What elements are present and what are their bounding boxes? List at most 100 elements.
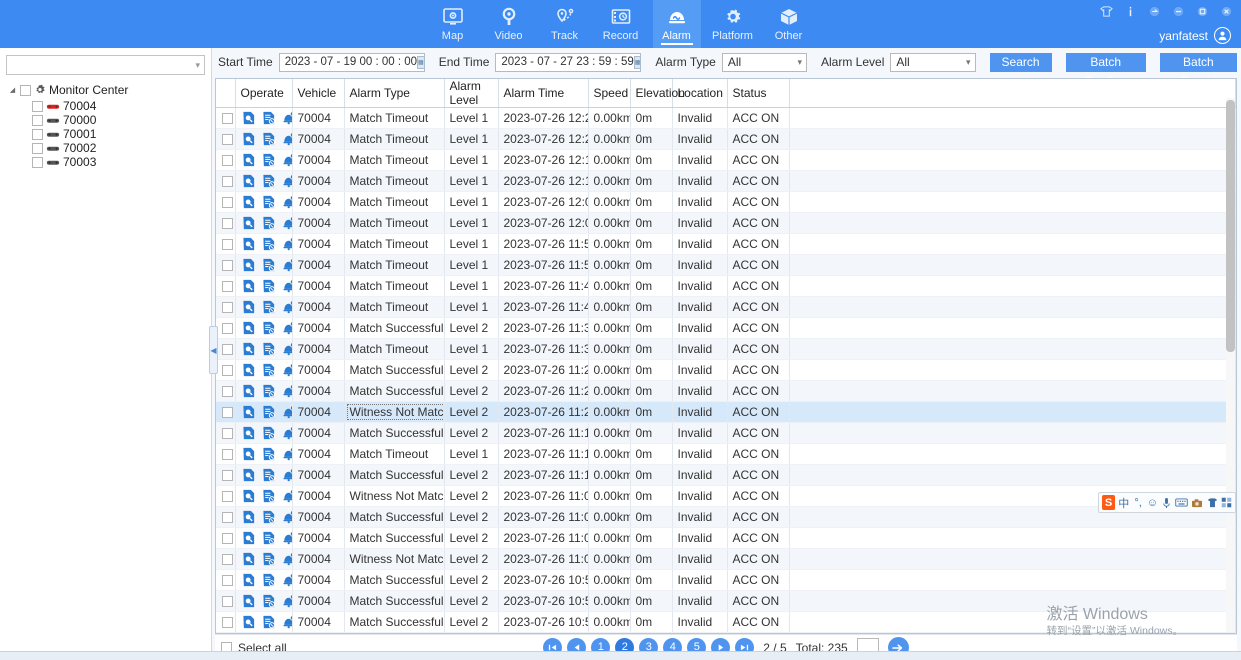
row-operate-cell[interactable] (235, 233, 293, 255)
detail-search-icon[interactable] (242, 531, 256, 545)
skin-icon[interactable] (1206, 496, 1217, 510)
row-operate-cell[interactable] (235, 338, 293, 360)
start-time-field[interactable]: 2023 - 07 - 19 00 : 00 : 00 ▦ (278, 52, 425, 72)
close-icon[interactable] (1219, 4, 1233, 18)
toolbox-icon[interactable] (1221, 496, 1232, 510)
header-alarm-level[interactable]: Alarm Level (444, 79, 499, 108)
nav-item-platform[interactable]: Platform (709, 0, 757, 48)
row-checkbox-cell[interactable] (216, 422, 236, 444)
info-icon[interactable] (1123, 4, 1137, 18)
record-cancel-icon[interactable] (262, 552, 276, 566)
table-row[interactable]: 70004Witness Not Match AlarmLevel 22023-… (216, 548, 1236, 570)
alarm-handle-icon[interactable] (282, 216, 291, 230)
row-operate-cell[interactable] (235, 296, 293, 318)
alarm-handle-icon[interactable] (282, 594, 291, 608)
header-alarm-time[interactable]: Alarm Time (498, 79, 589, 108)
table-row[interactable]: 70004Match TimeoutLevel 12023-07-26 12:1… (216, 149, 1236, 171)
table-row[interactable]: 70004 Match Successfully Level 2 2023-07-26… (216, 359, 1236, 381)
row-checkbox-cell[interactable] (216, 233, 236, 255)
row-checkbox-cell[interactable] (216, 191, 236, 213)
table-row[interactable]: 70004 Match Successfully Level 2 2023-07-26… (216, 422, 1236, 444)
table-row[interactable]: 70004Match TimeoutLevel 12023-07-26 12:2… (216, 128, 1236, 150)
record-cancel-icon[interactable] (262, 468, 276, 482)
row-checkbox-cell[interactable] (216, 548, 236, 570)
sogou-ime-toolbar[interactable]: S 中 °, ☺ (1098, 492, 1236, 513)
row-checkbox-cell[interactable] (216, 275, 236, 297)
maximize-icon[interactable] (1195, 4, 1209, 18)
record-cancel-icon[interactable] (262, 405, 276, 419)
table-row[interactable]: 70004Match TimeoutLevel 12023-07-26 11:4… (216, 296, 1236, 318)
header-speed[interactable]: Speed (588, 79, 631, 108)
nav-item-map[interactable]: Map (429, 0, 477, 48)
row-checkbox[interactable] (222, 113, 234, 125)
tree-checkbox-70000[interactable] (32, 114, 43, 126)
table-vertical-scrollbar[interactable] (1226, 98, 1235, 632)
alarm-handle-icon[interactable] (282, 615, 291, 629)
alarm-handle-icon[interactable] (282, 237, 291, 251)
row-checkbox[interactable] (222, 449, 234, 461)
skin-icon[interactable] (1099, 4, 1113, 18)
calendar-icon[interactable]: ▦ (633, 55, 642, 69)
row-checkbox-cell[interactable] (216, 149, 236, 171)
punctuation-icon[interactable]: °, (1132, 496, 1143, 510)
row-operate-cell[interactable] (235, 590, 293, 612)
record-cancel-icon[interactable] (262, 132, 276, 146)
record-cancel-icon[interactable] (262, 531, 276, 545)
detail-search-icon[interactable] (242, 132, 256, 146)
row-checkbox[interactable] (222, 197, 234, 209)
alarm-handle-icon[interactable] (282, 153, 291, 167)
detail-search-icon[interactable] (242, 258, 256, 272)
header-operate[interactable]: Operate (235, 79, 293, 108)
record-cancel-icon[interactable] (262, 594, 276, 608)
row-checkbox[interactable] (222, 491, 234, 503)
detail-search-icon[interactable] (242, 615, 256, 629)
detail-search-icon[interactable] (242, 111, 256, 125)
restore-icon[interactable] (1147, 4, 1161, 18)
row-checkbox-cell[interactable] (216, 296, 236, 318)
row-operate-cell[interactable] (235, 254, 293, 276)
header-vehicle[interactable]: Vehicle (292, 79, 345, 108)
tree-node-70004[interactable]: 70004 (6, 99, 207, 113)
detail-search-icon[interactable] (242, 594, 256, 608)
tree-checkbox-70004[interactable] (32, 100, 43, 112)
row-checkbox[interactable] (222, 617, 234, 629)
table-row[interactable]: 70004 Match Successfully Level 2 2023-07-26… (216, 611, 1236, 633)
alarm-handle-icon[interactable] (282, 174, 291, 188)
row-operate-cell[interactable] (235, 191, 293, 213)
table-row[interactable]: 70004 Match Successfully Level 2 2023-07-26… (216, 506, 1236, 528)
record-cancel-icon[interactable] (262, 111, 276, 125)
alarm-handle-icon[interactable] (282, 132, 291, 146)
row-operate-cell[interactable] (235, 506, 293, 528)
row-operate-cell[interactable] (235, 569, 293, 591)
row-checkbox-cell[interactable] (216, 443, 236, 465)
record-cancel-icon[interactable] (262, 300, 276, 314)
record-cancel-icon[interactable] (262, 279, 276, 293)
row-checkbox[interactable] (222, 281, 234, 293)
table-row[interactable]: 70004 Match Successfully Level 2 2023-07-26… (216, 380, 1236, 402)
avatar[interactable] (1214, 27, 1231, 44)
header-status[interactable]: Status (727, 79, 790, 108)
row-checkbox-cell[interactable] (216, 170, 236, 192)
scrollbar-thumb[interactable] (1226, 100, 1235, 352)
row-checkbox[interactable] (222, 386, 234, 398)
alarm-handle-icon[interactable] (282, 510, 291, 524)
alarm-handle-icon[interactable] (282, 111, 291, 125)
row-operate-cell[interactable] (235, 380, 293, 402)
table-row[interactable]: 70004Match TimeoutLevel 12023-07-26 12:1… (216, 170, 1236, 192)
detail-search-icon[interactable] (242, 216, 256, 230)
tree-node-70000[interactable]: 70000 (6, 113, 207, 127)
detail-search-icon[interactable] (242, 426, 256, 440)
minimize-icon[interactable] (1171, 4, 1185, 18)
alarm-handle-icon[interactable] (282, 300, 291, 314)
chevron-down-icon[interactable]: ▾ (195, 60, 200, 71)
header-elevation[interactable]: Elevation (630, 79, 685, 108)
alarm-handle-icon[interactable] (282, 258, 291, 272)
record-cancel-icon[interactable] (262, 510, 276, 524)
alarm-handle-icon[interactable] (282, 426, 291, 440)
record-cancel-icon[interactable] (262, 195, 276, 209)
row-operate-cell[interactable] (235, 485, 293, 507)
record-cancel-icon[interactable] (262, 426, 276, 440)
sogou-logo-icon[interactable]: S (1102, 495, 1116, 510)
table-row[interactable]: 70004Match TimeoutLevel 12023-07-26 11:3… (216, 338, 1236, 360)
user-box[interactable]: yanfatest (1159, 27, 1231, 44)
